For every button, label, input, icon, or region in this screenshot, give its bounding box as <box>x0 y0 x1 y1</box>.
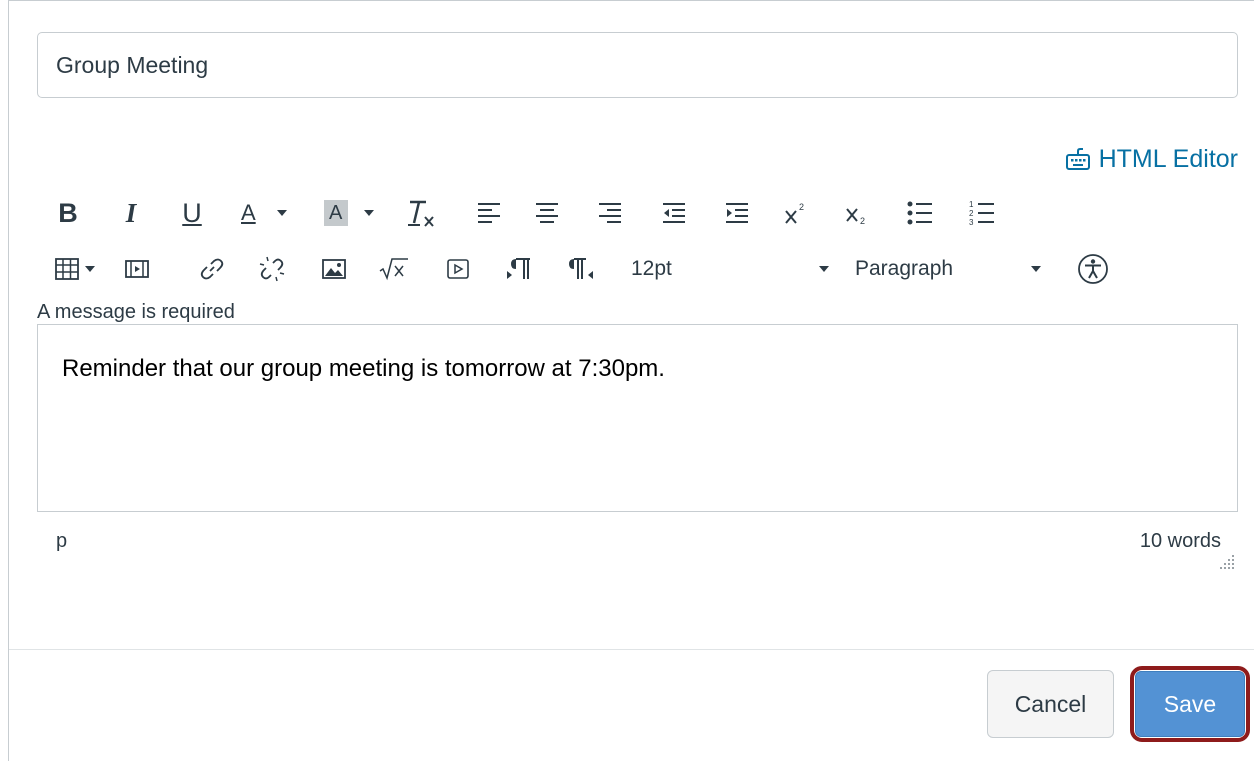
math-button[interactable] <box>379 251 409 287</box>
chevron-down-icon <box>277 210 287 216</box>
italic-button[interactable]: I <box>118 195 144 231</box>
bullet-list-button[interactable] <box>905 195 935 231</box>
unlink-button[interactable] <box>257 251 287 287</box>
clear-formatting-icon <box>408 200 434 227</box>
font-size-select[interactable]: 12pt <box>631 251 837 287</box>
link-button[interactable] <box>197 251 227 287</box>
ltr-icon <box>507 258 530 279</box>
indent-button[interactable] <box>723 195 751 231</box>
chevron-down-icon <box>364 210 374 216</box>
font-size-value: 12pt <box>631 257 672 280</box>
message-text: Reminder that our group meeting is tomor… <box>62 355 665 382</box>
numbered-list-icon: 1 2 3 <box>969 200 994 227</box>
format-value: Paragraph <box>855 257 954 280</box>
resize-handle-icon[interactable] <box>1220 555 1234 569</box>
footer-divider <box>9 649 1254 650</box>
video-icon <box>447 259 469 279</box>
html-editor-label: HTML Editor <box>1098 144 1238 173</box>
film-icon <box>125 260 149 278</box>
math-icon <box>379 258 408 281</box>
text-color-button[interactable]: A <box>235 195 293 231</box>
svg-text:1: 1 <box>969 200 974 209</box>
table-button[interactable] <box>55 251 103 287</box>
keyboard-icon <box>1065 147 1091 171</box>
html-editor-link[interactable]: HTML Editor <box>1065 142 1238 176</box>
bold-button[interactable]: B <box>55 195 81 231</box>
align-center-icon <box>536 203 558 223</box>
italic-icon: I <box>125 198 137 228</box>
indent-icon <box>726 203 748 223</box>
media-button[interactable] <box>124 251 150 287</box>
save-button[interactable]: Save <box>1135 671 1245 737</box>
background-color-icon: A <box>329 202 343 224</box>
subscript-icon: 2 <box>846 208 865 225</box>
chevron-down-icon <box>1031 266 1041 272</box>
text-color-icon: A <box>241 200 256 225</box>
align-right-icon <box>599 203 621 223</box>
clear-formatting-button[interactable] <box>405 195 437 231</box>
element-path: p <box>56 530 68 552</box>
superscript-icon: 2 <box>785 202 804 224</box>
subscript-button[interactable]: 2 <box>843 195 871 231</box>
align-left-icon <box>478 203 500 223</box>
svg-text:3: 3 <box>969 218 974 227</box>
underline-button[interactable]: U <box>179 195 205 231</box>
chevron-down-icon <box>85 266 95 272</box>
message-editor[interactable]: Reminder that our group meeting is tomor… <box>37 324 1238 512</box>
image-button[interactable] <box>320 251 348 287</box>
background-color-button[interactable]: A <box>320 195 380 231</box>
svg-text:2: 2 <box>799 202 804 212</box>
word-count: 10 words <box>1139 530 1221 552</box>
rtl-icon <box>569 258 593 279</box>
subject-input[interactable] <box>37 32 1238 98</box>
align-center-button[interactable] <box>533 195 561 231</box>
svg-text:2: 2 <box>860 216 865 225</box>
cancel-button[interactable]: Cancel <box>987 670 1114 738</box>
unlink-icon <box>259 256 285 282</box>
chevron-down-icon <box>819 266 829 272</box>
accessibility-icon <box>1078 254 1108 284</box>
outdent-button[interactable] <box>660 195 688 231</box>
ltr-button[interactable] <box>505 251 533 287</box>
table-icon <box>55 258 79 280</box>
image-icon <box>322 259 346 279</box>
outdent-icon <box>663 203 685 223</box>
align-right-button[interactable] <box>596 195 624 231</box>
superscript-button[interactable]: 2 <box>782 195 810 231</box>
svg-text:2: 2 <box>969 209 974 218</box>
link-icon <box>200 258 224 280</box>
underline-icon: U <box>182 198 202 228</box>
bold-icon: B <box>58 198 78 228</box>
rtl-button[interactable] <box>567 251 595 287</box>
align-left-button[interactable] <box>475 195 503 231</box>
bullet-list-icon <box>907 201 932 225</box>
format-select[interactable]: Paragraph <box>855 251 1045 287</box>
embed-button[interactable] <box>446 251 472 287</box>
validation-message: A message is required <box>37 301 235 323</box>
accessibility-checker-button[interactable] <box>1075 251 1111 287</box>
numbered-list-button[interactable]: 1 2 3 <box>967 195 997 231</box>
